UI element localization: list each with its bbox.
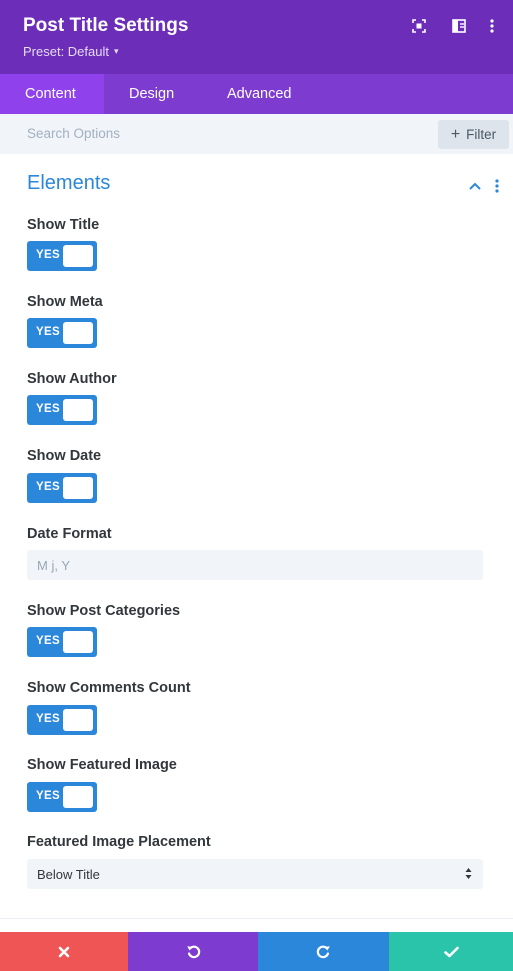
- chevron-up-icon[interactable]: [467, 180, 483, 192]
- toggle-knob: [63, 399, 93, 421]
- toggle-knob: [63, 322, 93, 344]
- cancel-icon: [58, 946, 70, 957]
- undo-icon: [186, 945, 200, 959]
- show-meta-toggle[interactable]: YES: [27, 318, 97, 348]
- toggle-knob: [63, 631, 93, 653]
- toggle-state: YES: [36, 790, 60, 802]
- toggle-knob: [63, 709, 93, 731]
- toggle-state: YES: [36, 635, 60, 647]
- toggle-knob: [63, 477, 93, 499]
- featured-image-placement-label: Featured Image Placement: [27, 834, 211, 850]
- save-button[interactable]: [389, 932, 513, 971]
- cancel-button[interactable]: [0, 932, 128, 971]
- toggle-state: YES: [36, 481, 60, 493]
- show-date-toggle[interactable]: YES: [27, 473, 97, 503]
- show-comments-count-label: Show Comments Count: [27, 680, 191, 696]
- modal-title: Post Title Settings: [23, 15, 189, 36]
- select-arrows-icon: [465, 867, 472, 880]
- toggle-state: YES: [36, 403, 60, 415]
- tab-advanced[interactable]: Advanced: [202, 74, 317, 114]
- show-author-toggle[interactable]: YES: [27, 395, 97, 425]
- save-check-icon: [443, 946, 459, 957]
- tab-content[interactable]: Content: [0, 74, 104, 114]
- redo-icon: [316, 945, 330, 959]
- select-value: Below Title: [37, 867, 100, 882]
- undo-button[interactable]: [128, 932, 258, 971]
- preset-label: Preset: Default: [23, 44, 109, 59]
- filter-label: Filter: [466, 127, 497, 142]
- show-title-label: Show Title: [27, 217, 100, 233]
- more-options-icon[interactable]: [483, 17, 501, 35]
- footer-divider: [0, 918, 513, 919]
- featured-image-placement-select[interactable]: Below Title: [27, 859, 483, 889]
- section-title-elements[interactable]: Elements: [27, 172, 110, 195]
- show-post-categories-toggle[interactable]: YES: [27, 627, 97, 657]
- show-title-toggle[interactable]: YES: [27, 241, 97, 271]
- plus-icon: +: [450, 125, 461, 143]
- show-featured-image-toggle[interactable]: YES: [27, 782, 97, 812]
- tab-bar: Content Design Advanced: [0, 74, 513, 114]
- caret-down-icon: ▾: [114, 46, 119, 56]
- show-featured-image-label: Show Featured Image: [27, 757, 177, 773]
- date-format-input[interactable]: M j, Y: [27, 550, 483, 580]
- redo-button[interactable]: [258, 932, 389, 971]
- show-meta-label: Show Meta: [27, 294, 103, 310]
- toggle-state: YES: [36, 249, 60, 261]
- split-view-icon[interactable]: [450, 17, 468, 35]
- show-post-categories-label: Show Post Categories: [27, 603, 181, 619]
- section-more-icon[interactable]: [493, 178, 501, 194]
- search-placeholder: Search Options: [27, 126, 121, 141]
- toggle-state: YES: [36, 713, 60, 725]
- show-author-label: Show Author: [27, 371, 117, 387]
- search-options-input[interactable]: Search Options: [0, 114, 513, 154]
- toggle-knob: [63, 786, 93, 808]
- date-format-placeholder: M j, Y: [37, 558, 70, 573]
- show-date-label: Show Date: [27, 448, 102, 464]
- filter-button[interactable]: + Filter: [438, 120, 509, 149]
- preset-dropdown[interactable]: Preset: Default ▾: [23, 44, 119, 59]
- expand-icon[interactable]: [410, 17, 428, 35]
- date-format-label: Date Format: [27, 526, 112, 542]
- toggle-state: YES: [36, 326, 60, 338]
- tab-design[interactable]: Design: [104, 74, 199, 114]
- toggle-knob: [63, 245, 93, 267]
- modal-header: Post Title Settings Preset: Default ▾: [0, 0, 513, 74]
- show-comments-count-toggle[interactable]: YES: [27, 705, 97, 735]
